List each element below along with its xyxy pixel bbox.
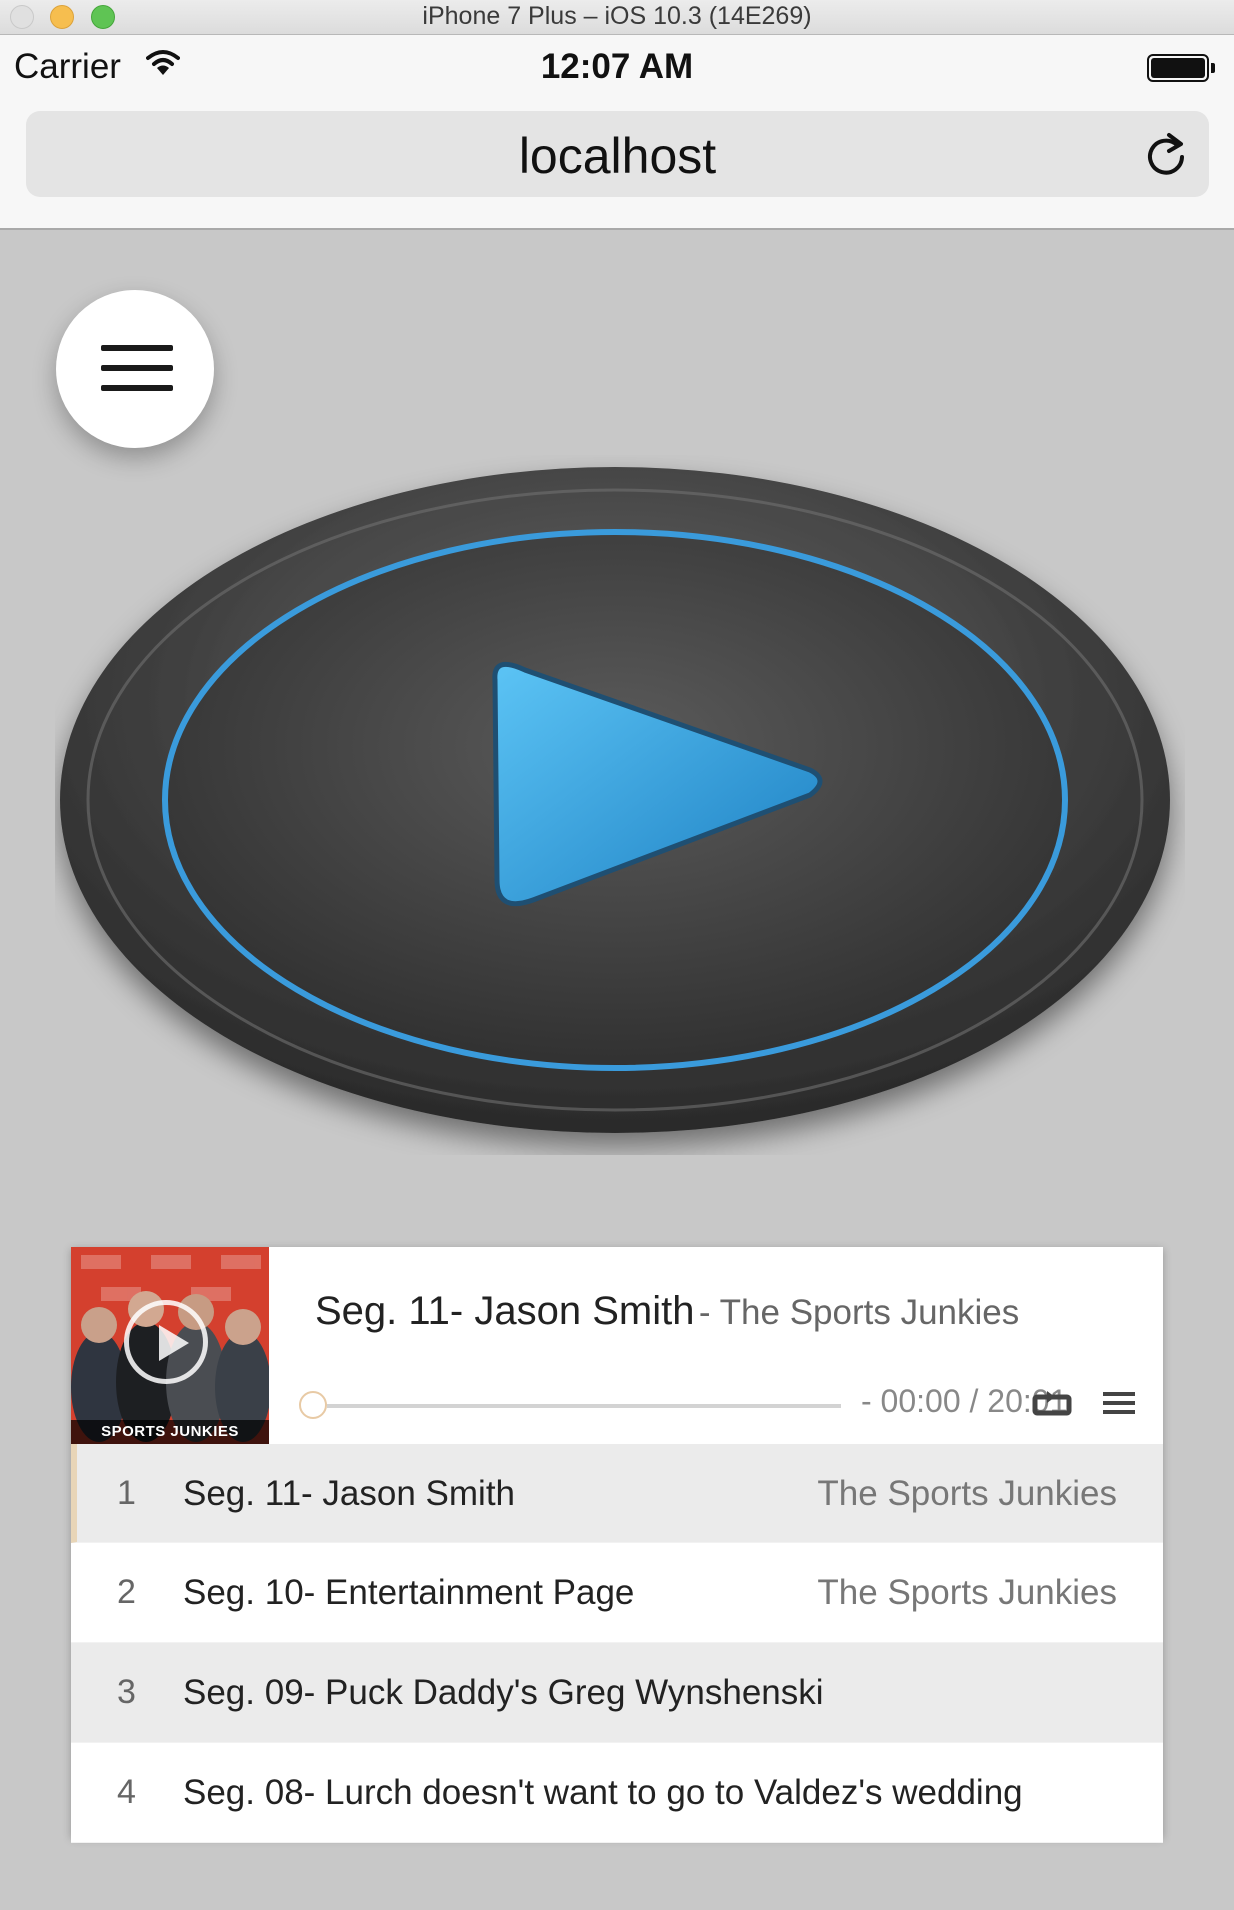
now-playing-artist: - The Sports Junkies xyxy=(698,1293,1020,1332)
track-title: Seg. 08- Lurch doesn't want to go to Val… xyxy=(183,1773,1023,1812)
track-title: Seg. 11- Jason Smith xyxy=(183,1474,516,1513)
cover-play-icon[interactable] xyxy=(124,1300,208,1384)
browser-toolbar: localhost xyxy=(0,105,1234,230)
playlist-item[interactable]: 4 Seg. 08- Lurch doesn't want to go to V… xyxy=(71,1743,1163,1843)
hamburger-icon-line xyxy=(101,365,173,371)
seek-handle[interactable] xyxy=(299,1391,327,1419)
cover-caption: SPORTS JUNKIES xyxy=(71,1420,269,1444)
track-number: 1 xyxy=(117,1474,136,1512)
battery-icon xyxy=(1147,54,1209,82)
status-time: 12:07 AM xyxy=(540,47,694,86)
playlist-item[interactable]: 2 Seg. 10- Entertainment Page The Sports… xyxy=(71,1543,1163,1643)
window-title: iPhone 7 Plus – iOS 10.3 (14E269) xyxy=(422,2,812,30)
audio-player: SPORTS JUNKIES Seg. 11- Jason Smith - Th… xyxy=(71,1247,1163,1843)
track-title: Seg. 10- Entertainment Page xyxy=(183,1573,635,1612)
seek-bar[interactable] xyxy=(327,1404,841,1408)
cover-art[interactable]: SPORTS JUNKIES xyxy=(71,1247,269,1444)
hamburger-icon xyxy=(101,345,173,351)
playlist-item[interactable]: 3 Seg. 09- Puck Daddy's Greg Wynshenski xyxy=(71,1643,1163,1743)
reload-icon[interactable] xyxy=(1145,131,1187,177)
simulator-title-bar: iPhone 7 Plus – iOS 10.3 (14E269) xyxy=(0,0,1234,35)
status-bar: Carrier 12:07 AM xyxy=(0,35,1234,105)
track-number: 4 xyxy=(117,1773,136,1811)
hamburger-icon-line xyxy=(101,385,173,391)
playlist: 1 Seg. 11- Jason Smith The Sports Junkie… xyxy=(71,1444,1163,1843)
track-number: 2 xyxy=(117,1573,136,1611)
repeat-icon[interactable] xyxy=(1031,1389,1073,1417)
menu-button[interactable] xyxy=(56,290,214,448)
track-number: 3 xyxy=(117,1673,136,1711)
track-artist: The Sports Junkies xyxy=(817,1474,1117,1513)
track-artist: The Sports Junkies xyxy=(817,1573,1117,1612)
now-playing-track: Seg. 11- Jason Smith xyxy=(315,1289,695,1333)
address-bar[interactable]: localhost xyxy=(26,111,1209,197)
hero-play-button[interactable] xyxy=(55,455,1185,1155)
url-text: localhost xyxy=(518,128,717,184)
playlist-icon[interactable] xyxy=(1103,1389,1135,1417)
now-playing-title: Seg. 11- Jason Smith - The Sports Junkie… xyxy=(315,1289,1019,1334)
playlist-item[interactable]: 1 Seg. 11- Jason Smith The Sports Junkie… xyxy=(71,1444,1163,1543)
track-title: Seg. 09- Puck Daddy's Greg Wynshenski xyxy=(183,1673,824,1712)
battery-nub xyxy=(1211,63,1215,73)
